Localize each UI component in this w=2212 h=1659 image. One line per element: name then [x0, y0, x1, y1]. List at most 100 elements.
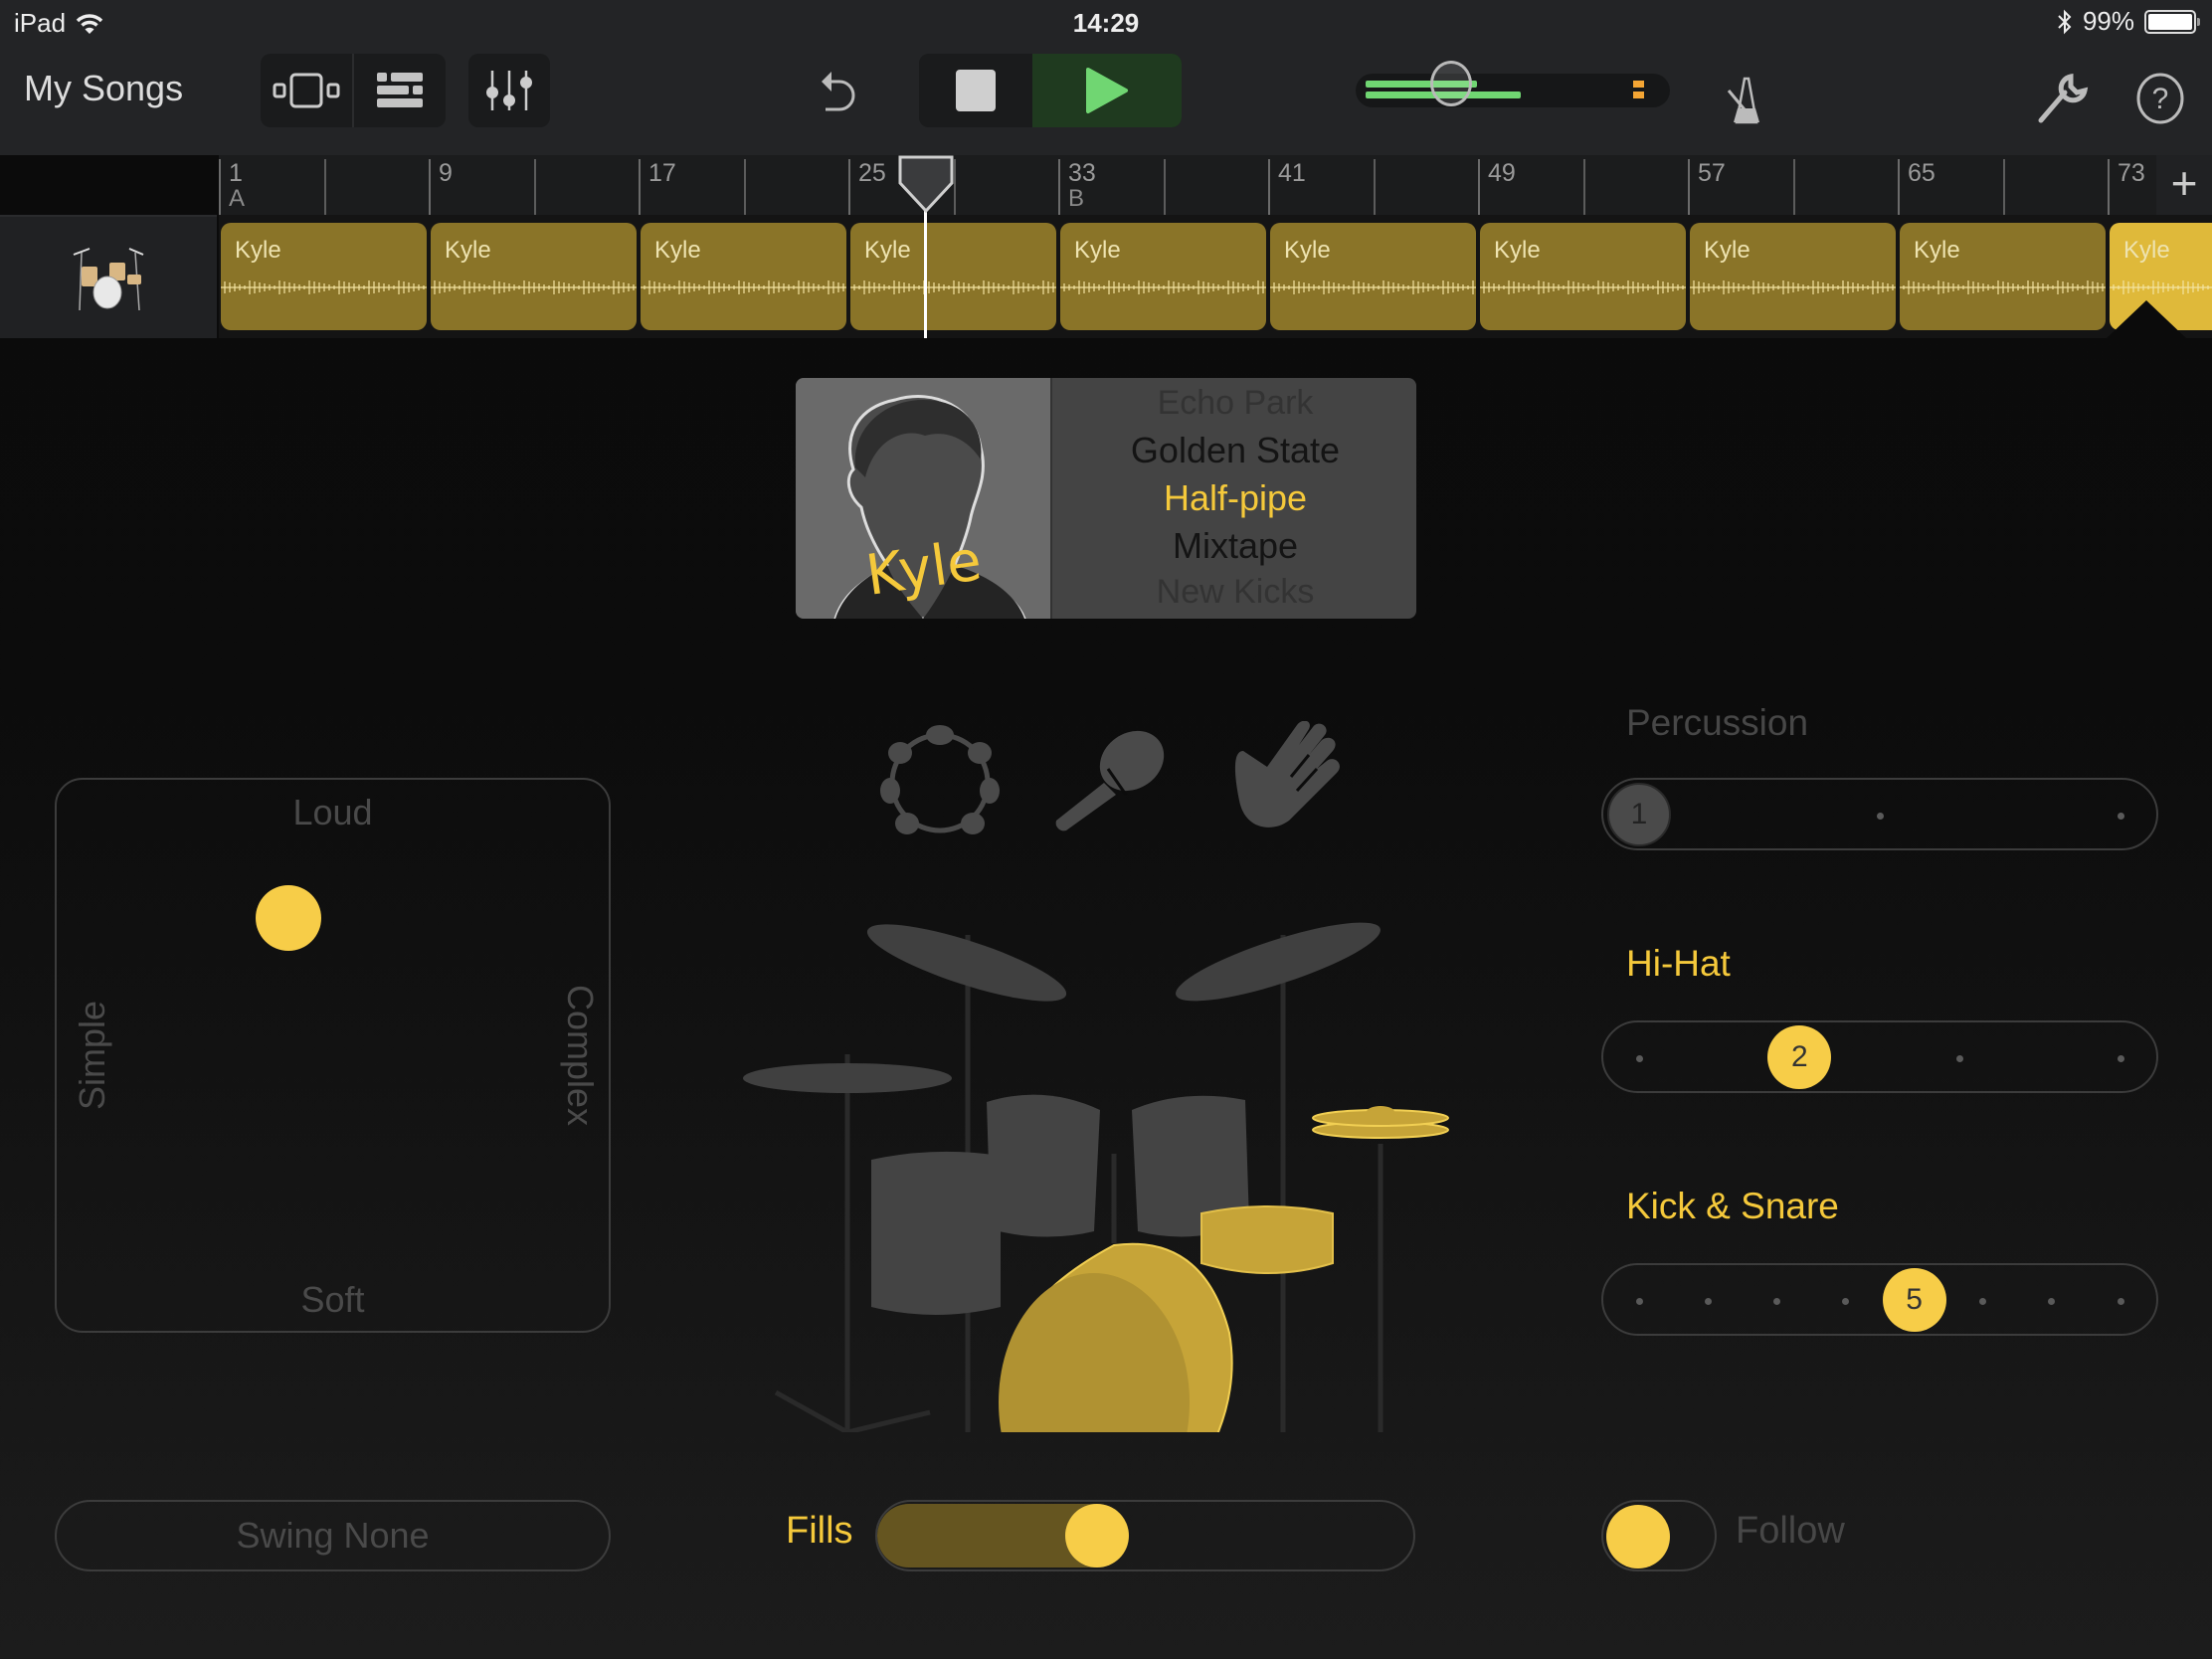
slider-step-dot[interactable]	[1635, 1298, 1643, 1305]
stop-button[interactable]	[919, 54, 1032, 127]
help-icon: ?	[2136, 73, 2184, 124]
tracks-view-button[interactable]	[354, 54, 446, 127]
drummer-region[interactable]: Kyle	[1690, 223, 1896, 330]
section-marker[interactable]: B	[1068, 185, 1084, 213]
kick-snare-slider[interactable]: 5	[1601, 1263, 2158, 1336]
slider-step-dot[interactable]	[1979, 1298, 1987, 1305]
ruler-tick	[1268, 159, 1270, 215]
settings-button[interactable]	[2033, 64, 2093, 133]
complexity-loudness-pad[interactable]: Loud Soft Simple Complex	[55, 778, 611, 1333]
fills-label: Fills	[786, 1510, 853, 1552]
mixer-button[interactable]	[468, 54, 550, 127]
fills-slider-fill	[877, 1504, 1097, 1567]
hand-clap-icon	[1234, 720, 1340, 828]
drummer-track-lane[interactable]: Kyle Kyle Kyle Kyle Kyle Kyle Kyle Kyle Kyle Kyle	[219, 215, 2212, 338]
percussion-slider[interactable]: 1	[1601, 778, 2158, 850]
undo-button[interactable]	[812, 64, 867, 123]
timeline-ruler[interactable]: 1 9 17 25 33 41 49 57 65 73 A B +	[219, 155, 2212, 215]
play-button[interactable]	[1032, 54, 1182, 127]
kick-snare-slider-knob[interactable]: 5	[1882, 1268, 1946, 1332]
stop-icon	[956, 70, 996, 111]
region-waveform	[221, 280, 427, 294]
browser-view-button[interactable]	[261, 54, 352, 127]
style-item[interactable]: Echo Park	[1054, 384, 1416, 423]
section-marker[interactable]: A	[229, 185, 245, 213]
slider-step-dot[interactable]	[2117, 813, 2124, 820]
floor-tom[interactable]	[871, 1151, 1001, 1315]
master-volume-slider[interactable]	[1356, 61, 1670, 107]
my-songs-button[interactable]: My Songs	[24, 68, 183, 109]
ruler-tick-minor	[1582, 159, 1585, 215]
region-waveform	[1690, 280, 1896, 294]
region-name: Kyle	[654, 237, 701, 264]
bar-number: 9	[439, 159, 453, 187]
volume-knob[interactable]	[1430, 61, 1472, 106]
shaker-button[interactable]	[1044, 721, 1174, 835]
snare-drum[interactable]	[1200, 1205, 1334, 1274]
rack-tom-1[interactable]	[987, 1094, 1100, 1237]
drummer-region[interactable]: Kyle	[1060, 223, 1266, 330]
bar-number: 1	[229, 159, 243, 187]
track-header-drummer[interactable]	[0, 215, 217, 338]
drummer-style-list[interactable]: Echo Park Golden State Half-pipe Mixtape…	[1054, 378, 1416, 619]
battery-percent: 99%	[2082, 6, 2134, 36]
svg-text:?: ?	[2152, 83, 2169, 115]
slider-step-dot[interactable]	[2117, 1055, 2124, 1062]
style-item-selected[interactable]: Half-pipe	[1054, 477, 1416, 519]
splash-cymbal[interactable]	[743, 1063, 952, 1093]
percussion-slider-knob[interactable]: 1	[1607, 783, 1671, 846]
slider-step-dot[interactable]	[1876, 813, 1884, 820]
kick-drum[interactable]	[999, 1242, 1233, 1432]
follow-label: Follow	[1736, 1510, 1845, 1552]
tambourine-button[interactable]	[875, 721, 1005, 835]
hihat-slider[interactable]: 2	[1601, 1020, 2158, 1093]
simple-label: Simple	[72, 1000, 112, 1111]
fills-slider[interactable]	[875, 1500, 1415, 1571]
drummer-region[interactable]: Kyle	[850, 223, 1056, 330]
follow-toggle[interactable]	[1601, 1500, 1717, 1571]
playhead-handle[interactable]	[898, 155, 954, 213]
slider-step-dot[interactable]	[1841, 1298, 1849, 1305]
settings-wrench-icon	[2038, 73, 2089, 123]
region-waveform	[850, 280, 1056, 294]
drummer-style-picker[interactable]: Kyle Echo Park Golden State Half-pipe Mi…	[796, 378, 1416, 619]
tambourine-icon	[880, 725, 1000, 834]
hi-hat[interactable]	[1312, 1106, 1449, 1139]
drummer-portrait[interactable]: Kyle	[796, 378, 1052, 619]
bar-number: 41	[1278, 159, 1306, 187]
swing-button[interactable]: Swing None	[55, 1500, 611, 1571]
style-item[interactable]: Golden State	[1054, 430, 1416, 471]
drummer-region[interactable]: Kyle	[431, 223, 637, 330]
add-section-button[interactable]: +	[2156, 155, 2212, 215]
style-item[interactable]: Mixtape	[1054, 525, 1416, 567]
drummer-region[interactable]: Kyle	[641, 223, 846, 330]
drummer-region[interactable]: Kyle	[1900, 223, 2106, 330]
slider-step-dot[interactable]	[1956, 1055, 1964, 1062]
xy-pad-puck[interactable]	[256, 884, 322, 951]
ruler-tick	[1898, 159, 1900, 215]
drummer-region[interactable]: Kyle	[1480, 223, 1686, 330]
clock: 14:29	[1072, 8, 1140, 38]
ride-cymbal-right[interactable]	[1169, 908, 1386, 1016]
region-name: Kyle	[1284, 237, 1331, 264]
ruler-tick	[848, 159, 850, 215]
help-button[interactable]: ?	[2128, 64, 2192, 133]
slider-step-dot[interactable]	[2048, 1298, 2056, 1305]
drummer-region[interactable]: Kyle	[221, 223, 427, 330]
metronome-button[interactable]	[1719, 66, 1774, 135]
slider-step-dot[interactable]	[1704, 1298, 1712, 1305]
slider-step-dot[interactable]	[1772, 1298, 1780, 1305]
hihat-slider-knob[interactable]: 2	[1767, 1025, 1832, 1089]
drum-kit-illustration[interactable]	[736, 875, 1472, 1432]
slider-step-dot[interactable]	[2117, 1298, 2124, 1305]
style-item[interactable]: New Kicks	[1054, 573, 1416, 612]
ruler-tick	[2108, 159, 2110, 215]
clap-button[interactable]	[1213, 720, 1343, 835]
ruler-tick	[1478, 159, 1480, 215]
drummer-region[interactable]: Kyle	[1270, 223, 1476, 330]
region-waveform	[2110, 280, 2212, 294]
fills-slider-knob[interactable]	[1064, 1504, 1129, 1567]
slider-step-dot[interactable]	[1635, 1055, 1643, 1062]
region-name: Kyle	[2123, 237, 2170, 264]
bar-number: 17	[648, 159, 676, 187]
